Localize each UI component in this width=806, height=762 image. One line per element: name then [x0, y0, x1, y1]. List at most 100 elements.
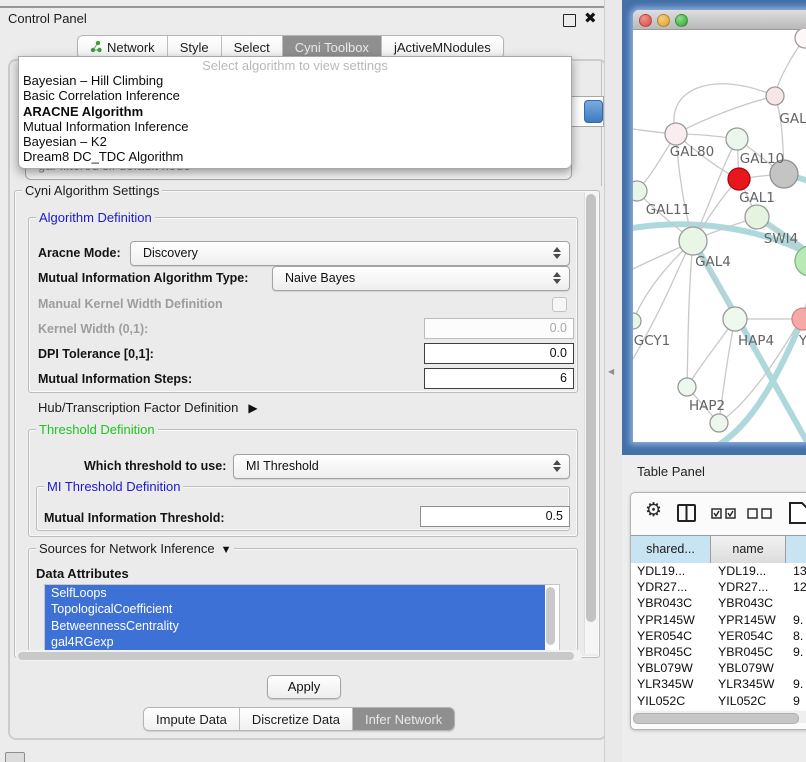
table-row[interactable]: YIL052CYIL052C9 [631, 693, 806, 709]
algorithm-option-selected[interactable]: ARACNE Algorithm [19, 104, 571, 119]
screen: Control Panel ✖ Network Style Select Cyn… [0, 0, 806, 762]
combo-spinner-icon [553, 271, 561, 285]
algorithm-option[interactable]: Bayesian – K2 [19, 134, 571, 149]
tab-infer-network[interactable]: Infer Network [353, 708, 454, 730]
algorithm-definition-title: Algorithm Definition [36, 210, 155, 225]
node-pink-top[interactable] [766, 87, 784, 105]
table-row[interactable]: YBL079WYBL079W [631, 660, 806, 676]
table-panel-title: Table Panel [637, 464, 705, 479]
table-row[interactable]: YBR043CYBR043C [631, 595, 806, 611]
mi-threshold-field[interactable]: 0.5 [420, 506, 570, 527]
dpi-tolerance-field[interactable]: 0.0 [424, 343, 574, 364]
tab-impute-data[interactable]: Impute Data [144, 708, 240, 730]
node-gal4[interactable] [679, 227, 707, 255]
tab-jactivemnodules[interactable]: jActiveMNodules [382, 36, 503, 58]
column-header-shared[interactable]: shared... [631, 536, 711, 563]
which-threshold-label: Which threshold to use: [84, 459, 226, 473]
window-top-edge [0, 6, 622, 8]
new-table-icon[interactable] [789, 502, 806, 524]
control-panel-title: Control Panel [8, 11, 87, 26]
attribute-item-selected[interactable]: SelfLoops [45, 585, 545, 601]
mi-algorithm-type-label: Mutual Information Algorithm Type: [38, 271, 248, 285]
algorithm-option[interactable]: Dream8 DC_TDC Algorithm [19, 149, 571, 164]
column-header-partial[interactable]: A [786, 536, 806, 563]
node-partial-bottom[interactable] [710, 414, 728, 432]
node-salmon[interactable] [792, 308, 806, 330]
table-row[interactable]: YPR145WYPR145W9. [631, 612, 806, 628]
apply-button[interactable]: Apply [267, 675, 341, 699]
tab-network[interactable]: Network [78, 36, 168, 58]
algorithm-option[interactable]: Bayesian – Hill Climbing [19, 73, 571, 88]
attribute-item-selected[interactable]: TopologicalCoefficient [45, 601, 545, 617]
minimize-traffic-light-icon[interactable] [657, 14, 670, 27]
algorithm-placeholder: Select algorithm to view settings [19, 58, 571, 73]
algorithm-option[interactable]: Basic Correlation Inference [19, 88, 571, 103]
algorithm-option[interactable]: Mutual Information Inference [19, 119, 571, 134]
collapsed-panel-icon[interactable] [5, 752, 25, 762]
node-label: GCY1 [634, 333, 671, 349]
table-row[interactable]: YBR045CYBR045C9. [631, 644, 806, 660]
node-hap2[interactable] [678, 378, 696, 396]
tab-cyni-toolbox[interactable]: Cyni Toolbox [283, 36, 382, 58]
which-threshold-combo[interactable]: MI Threshold [233, 454, 570, 479]
sources-expander[interactable]: Sources for Network Inference▼ [36, 541, 234, 556]
table-row[interactable]: YLR345WYLR345W9. [631, 676, 806, 692]
table-row[interactable]: YDR27...YDR27...12 [631, 579, 806, 595]
node-partial-top[interactable] [795, 29, 806, 48]
gear-icon[interactable]: ⚙ [645, 499, 662, 522]
node-gal1[interactable] [745, 205, 769, 229]
data-attributes-list: SelfLoops TopologicalCoefficient Between… [44, 584, 560, 652]
attribute-item-selected[interactable]: BetweennessCentrality [45, 618, 545, 634]
mi-steps-field[interactable]: 6 [424, 368, 574, 389]
table-hscroll-thumb[interactable] [633, 713, 799, 724]
collapse-left-arrow-icon[interactable]: ◀ [608, 367, 614, 376]
mi-steps-label: Mutual Information Steps: [38, 372, 192, 386]
mi-algorithm-type-combo[interactable]: Naive Bayes [272, 266, 570, 291]
tab-select[interactable]: Select [222, 36, 283, 58]
node-label: Y [798, 333, 806, 349]
node-label: GAL10 [740, 151, 784, 167]
threshold-definition-title: Threshold Definition [36, 422, 158, 437]
expand-down-arrow-icon: ▼ [221, 544, 232, 556]
table-row[interactable]: YER054CYER054C8. [631, 628, 806, 644]
hub-definition-expander[interactable]: Hub/Transcription Factor Definition▶ [38, 400, 258, 415]
node-gal80[interactable] [665, 123, 687, 145]
hidden-combo-spinner[interactable] [584, 100, 603, 123]
node-label: SWI4 [764, 231, 799, 247]
column-header-name[interactable]: name [711, 536, 786, 563]
node-hap4[interactable] [723, 307, 747, 331]
manual-kernel-checkbox[interactable] [552, 297, 567, 312]
node-gal10[interactable] [726, 128, 748, 150]
network-window[interactable]: GAL GAL80 GAL10 GAL1 GAL11 SWI4 GAL4 GCY… [633, 10, 806, 442]
node-red-gal1[interactable] [728, 168, 750, 190]
float-panel-icon[interactable] [563, 14, 576, 27]
data-attributes-label: Data Attributes [36, 566, 129, 581]
split-pane-divider[interactable]: ◀ [604, 0, 623, 762]
settings-hscroll-thumb[interactable] [18, 652, 574, 660]
close-traffic-light-icon[interactable] [639, 14, 652, 27]
kernel-width-field[interactable]: 0.0 [424, 318, 574, 339]
aracne-mode-combo[interactable]: Discovery [130, 241, 570, 266]
node-gal11[interactable] [633, 181, 647, 201]
attribute-item-selected[interactable]: gal4RGexp [45, 634, 545, 650]
node-gcy1[interactable] [633, 313, 641, 329]
network-window-titlebar[interactable] [633, 10, 806, 30]
show-all-columns-icon[interactable] [711, 508, 737, 519]
tab-style[interactable]: Style [168, 36, 222, 58]
zoom-traffic-light-icon[interactable] [675, 14, 688, 27]
expand-right-arrow-icon: ▶ [248, 401, 257, 415]
node-label: GAL4 [695, 254, 731, 270]
combo-spinner-icon [553, 459, 561, 473]
hide-all-columns-icon[interactable] [747, 508, 773, 519]
bottom-tabbar: Impute Data Discretize Data Infer Networ… [143, 707, 455, 731]
network-canvas[interactable]: GAL GAL80 GAL10 GAL1 GAL11 SWI4 GAL4 GCY… [633, 29, 806, 442]
attribute-list-scrollbar[interactable] [546, 587, 555, 645]
dpi-tolerance-label: DPI Tolerance [0,1]: [38, 347, 154, 361]
column-browser-icon[interactable] [677, 504, 696, 522]
mi-threshold-definition-title: MI Threshold Definition [44, 479, 183, 494]
tab-discretize-data[interactable]: Discretize Data [240, 708, 353, 730]
table-row[interactable]: YDL19...YDL19...13 [631, 563, 806, 579]
settings-vscroll-thumb[interactable] [586, 194, 596, 622]
close-panel-icon[interactable]: ✖ [584, 9, 597, 27]
algorithm-dropdown-popup: Select algorithm to view settings Bayesi… [18, 56, 572, 169]
